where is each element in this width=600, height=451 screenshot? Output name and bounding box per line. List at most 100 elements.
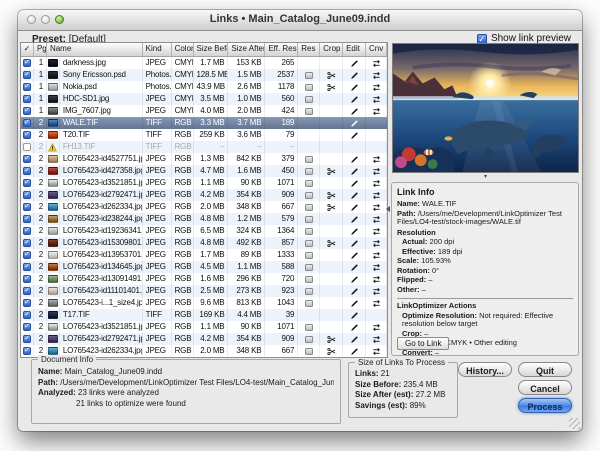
row-checkbox-cell[interactable]: ✓ — [21, 213, 34, 225]
column-header-cnv[interactable]: Cnv — [366, 43, 387, 56]
row-checkbox-cell[interactable]: ✓ — [21, 69, 34, 81]
row-checkbox-cell[interactable]: ✓ — [21, 201, 34, 213]
table-row[interactable]: ✓2LO765423-id2792471.jpgJPEGRGB4.2 MB354… — [21, 333, 387, 345]
table-row[interactable]: ✓1IMG_7607.jpgJPEGCMYK4.0 MB2.0 MB424 — [21, 105, 387, 117]
row-checkbox[interactable]: ✓ — [23, 335, 31, 343]
table-row[interactable]: ✓2LO765423-id427358.jpgJPEGRGB4.7 MB1.6 … — [21, 165, 387, 177]
table-row[interactable]: ✓2T20.TIFTIFFRGB259 KB3.6 MB79 — [21, 129, 387, 141]
row-checkbox[interactable]: ✓ — [23, 107, 31, 115]
table-row[interactable]: ✓1HDC-SD1.jpgJPEGCMYK3.5 MB1.0 MB560 — [21, 93, 387, 105]
column-header-size-before[interactable]: Size Before — [194, 43, 229, 56]
titlebar[interactable]: Links • Main_Catalog_June09.indd — [18, 10, 582, 31]
row-checkbox-cell[interactable]: ✓ — [21, 57, 34, 69]
row-checkbox[interactable]: ✓ — [23, 275, 31, 283]
table-row[interactable]: ✓2LO765423-id11101401.jpgJPEGRGB2.5 MB27… — [21, 285, 387, 297]
row-checkbox[interactable]: ✓ — [23, 155, 31, 163]
column-header-kind[interactable]: Kind — [143, 43, 172, 56]
row-checkbox[interactable]: ✓ — [23, 203, 31, 211]
row-checkbox-cell[interactable]: ✓ — [21, 309, 34, 321]
row-checkbox-cell[interactable]: ✓ — [21, 105, 34, 117]
row-checkbox[interactable]: ✓ — [23, 167, 31, 175]
row-checkbox-cell[interactable] — [21, 141, 34, 153]
cell-page: 2 — [34, 189, 47, 201]
row-checkbox-cell[interactable]: ✓ — [21, 117, 34, 129]
table-row[interactable]: ✓2LO765423-id15309801.jpgJPEGRGB4.8 MB49… — [21, 237, 387, 249]
row-checkbox-cell[interactable]: ✓ — [21, 249, 34, 261]
table-row[interactable]: ✓2LO765423-id238244.jpgJPEGRGB4.8 MB1.2 … — [21, 213, 387, 225]
row-checkbox[interactable]: ✓ — [23, 191, 31, 199]
row-checkbox-cell[interactable]: ✓ — [21, 285, 34, 297]
row-checkbox[interactable]: ✓ — [23, 71, 31, 79]
row-checkbox[interactable]: ✓ — [23, 227, 31, 235]
row-checkbox[interactable]: ✓ — [23, 179, 31, 187]
row-checkbox[interactable]: ✓ — [23, 215, 31, 223]
column-header--[interactable]: ✓ — [21, 43, 34, 56]
column-header-pg[interactable]: Pg — [34, 43, 47, 56]
row-checkbox-cell[interactable]: ✓ — [21, 93, 34, 105]
column-header-res[interactable]: Res — [298, 43, 320, 56]
row-checkbox-cell[interactable]: ✓ — [21, 321, 34, 333]
row-checkbox-cell[interactable]: ✓ — [21, 297, 34, 309]
table-row[interactable]: ✓1Sony Ericsson.psdPhotos...CMYK128.5 MB… — [21, 69, 387, 81]
row-checkbox[interactable]: ✓ — [23, 299, 31, 307]
row-checkbox-cell[interactable]: ✓ — [21, 345, 34, 357]
table-row[interactable]: 2FH13.TIFTIFFRGB––– — [21, 141, 387, 153]
table-row[interactable]: ✓2LO765423-id134645.jpgJPEGRGB4.5 MB1.1 … — [21, 261, 387, 273]
row-checkbox-cell[interactable]: ✓ — [21, 153, 34, 165]
row-checkbox[interactable]: ✓ — [23, 347, 31, 355]
cell-size-after: 153 KB — [228, 57, 265, 69]
history-button[interactable]: History... — [458, 362, 512, 377]
table-row[interactable]: ✓2LO765423-id13953701.jpgJPEGRGB1.7 MB89… — [21, 249, 387, 261]
table-row[interactable]: ✓2WALE.TIFTIFFRGB3.3 MB3.7 MB189 — [21, 117, 387, 129]
show-link-preview-checkbox[interactable]: ✓ — [477, 34, 487, 44]
row-checkbox[interactable]: ✓ — [23, 119, 31, 127]
row-checkbox[interactable]: ✓ — [23, 59, 31, 67]
table-row[interactable]: ✓2LO765423-id2792471.jpgJPEGRGB4.2 MB354… — [21, 189, 387, 201]
column-header-name[interactable]: Name — [47, 43, 143, 56]
row-checkbox[interactable]: ✓ — [23, 323, 31, 331]
row-checkbox[interactable]: ✓ — [23, 131, 31, 139]
row-checkbox[interactable]: ✓ — [23, 311, 31, 319]
preview-resize-handle[interactable]: ▾ — [484, 175, 490, 180]
row-checkbox[interactable]: ✓ — [23, 263, 31, 271]
table-row[interactable]: ✓2LO765423-id262334.jpgJPEGRGB2.0 MB348 … — [21, 201, 387, 213]
go-to-link-button[interactable]: Go to Link — [397, 337, 449, 350]
row-checkbox[interactable]: ✓ — [23, 251, 31, 259]
row-checkbox[interactable]: ✓ — [23, 95, 31, 103]
row-checkbox[interactable]: ✓ — [23, 287, 31, 295]
quit-button[interactable]: Quit — [518, 362, 572, 377]
row-checkbox-cell[interactable]: ✓ — [21, 237, 34, 249]
resample-indicator-icon — [305, 252, 313, 259]
row-checkbox[interactable]: ✓ — [23, 239, 31, 247]
row-checkbox-cell[interactable]: ✓ — [21, 177, 34, 189]
row-checkbox-cell[interactable]: ✓ — [21, 129, 34, 141]
column-header-size-after[interactable]: Size After — [228, 43, 265, 56]
row-checkbox-cell[interactable]: ✓ — [21, 261, 34, 273]
row-checkbox-cell[interactable]: ✓ — [21, 81, 34, 93]
table-row[interactable]: ✓2LO765423-id3521851.jpgJPEGRGB1.1 MB90 … — [21, 177, 387, 189]
process-button[interactable]: Process — [518, 398, 572, 413]
table-row[interactable]: ✓2T17.TIFTIFFRGB169 KB4.4 MB39 — [21, 309, 387, 321]
row-checkbox[interactable] — [23, 143, 31, 151]
row-checkbox-cell[interactable]: ✓ — [21, 273, 34, 285]
table-row[interactable]: ✓2LO765423-i...1_size4.jpgJPEGRGB9.6 MB8… — [21, 297, 387, 309]
row-checkbox[interactable]: ✓ — [23, 83, 31, 91]
table-row[interactable]: ✓2LO765423-id19236341.jpgJPEGRGB6.5 MB32… — [21, 225, 387, 237]
row-checkbox-cell[interactable]: ✓ — [21, 165, 34, 177]
table-row[interactable]: ✓2LO765423-id4527751.jpgJPEGRGB1.3 MB842… — [21, 153, 387, 165]
column-header-edit[interactable]: Edit — [343, 43, 366, 56]
panel-splitter-arrow[interactable] — [386, 206, 390, 212]
resize-grip[interactable] — [569, 418, 580, 429]
row-checkbox-cell[interactable]: ✓ — [21, 189, 34, 201]
info-line: Size After (est): 27.2 MB — [355, 390, 451, 400]
column-header-crop[interactable]: Crop — [320, 43, 343, 56]
table-row[interactable]: ✓2LO765423-id3521851.jpgJPEGRGB1.1 MB90 … — [21, 321, 387, 333]
column-header-eff-res[interactable]: Eff. Res — [265, 43, 298, 56]
column-header-color[interactable]: Color — [172, 43, 194, 56]
row-checkbox-cell[interactable]: ✓ — [21, 333, 34, 345]
table-row[interactable]: ✓2LO765423-id13091491.jpgJPEGRGB1.6 MB29… — [21, 273, 387, 285]
table-row[interactable]: ✓1darkness.jpgJPEGCMYK1.7 MB153 KB265 — [21, 57, 387, 69]
table-row[interactable]: ✓1Nokia.psdPhotos...CMYK43.9 MB2.6 MB117… — [21, 81, 387, 93]
cancel-button[interactable]: Cancel — [518, 380, 572, 395]
row-checkbox-cell[interactable]: ✓ — [21, 225, 34, 237]
